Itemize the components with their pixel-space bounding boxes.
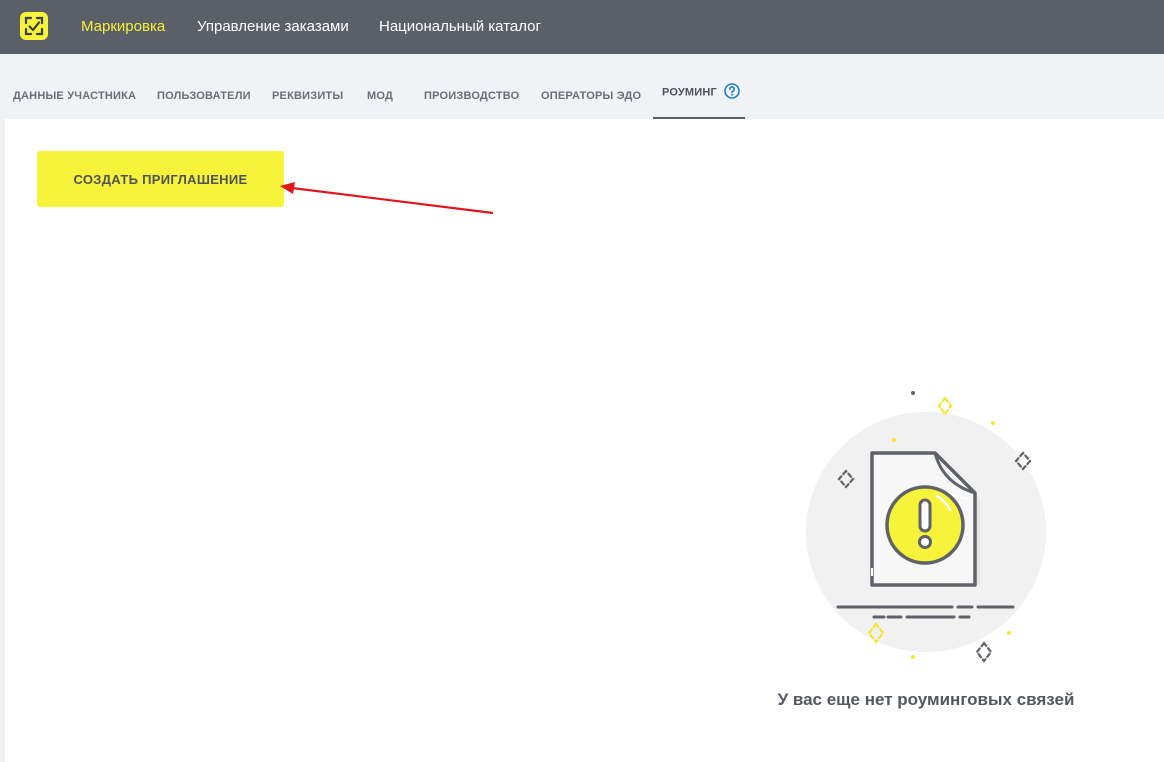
nav-markirovka[interactable]: Маркировка [81,18,165,35]
tab-roaming-label: РОУМИНГ [662,86,717,99]
nav-order-management[interactable]: Управление заказами [197,18,349,35]
tab-edo-operators[interactable]: ОПЕРАТОРЫ ЭДО [541,90,641,102]
empty-state-message: У вас еще нет роуминговых связей [777,690,1075,709]
create-invitation-button[interactable]: СОЗДАТЬ ПРИГЛАШЕНИЕ [37,151,284,207]
annotation-arrow [280,182,494,215]
tab-requisites[interactable]: РЕКВИЗИТЫ [272,90,343,102]
tab-mod[interactable]: МОД [367,90,393,102]
tab-users[interactable]: ПОЛЬЗОВАТЕЛИ [157,90,251,102]
tab-roaming[interactable]: РОУМИНГ [662,83,741,99]
help-icon[interactable] [724,83,741,99]
tab-participant-data[interactable]: ДАННЫЕ УЧАСТНИКА [13,90,136,102]
nav-national-catalog[interactable]: Национальный каталог [379,18,541,35]
top-bar: Маркировка Управление заказами Националь… [0,0,1164,54]
tab-production[interactable]: ПРОИЗВОДСТВО [424,90,519,102]
tab-bar: ДАННЫЕ УЧАСТНИКА ПОЛЬЗОВАТЕЛИ РЕКВИЗИТЫ … [0,54,1164,119]
empty-document-warning-icon [806,391,1046,663]
logo-icon[interactable] [20,12,48,40]
